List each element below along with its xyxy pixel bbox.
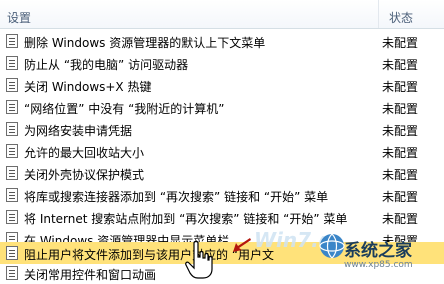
policy-setting-icon (6, 266, 18, 280)
setting-state: 未配置 (382, 190, 419, 204)
policy-setting-icon (6, 122, 18, 136)
policy-setting-icon (6, 100, 18, 114)
setting-state: 未配置 (382, 102, 419, 116)
policy-setting-icon (6, 188, 18, 202)
policy-setting-icon (6, 78, 18, 92)
list-header: 设置 状态 (0, 0, 444, 29)
list-item[interactable]: 关闭外壳协议保护模式 未配置 (0, 162, 444, 184)
setting-name: 关闭 Windows+X 热键 (24, 80, 152, 94)
list-item[interactable]: 将 Internet 搜索站点附加到 “再次搜索” 链接和 “开始” 菜单 未配… (0, 206, 444, 228)
red-arrow-annotation (233, 238, 251, 252)
setting-name: “网络位置” 中没有 “我附近的计算机” (24, 102, 225, 116)
setting-state: 未配置 (382, 36, 419, 50)
hand-pointer-cursor-icon (185, 240, 213, 279)
setting-name: 允许的最大回收站大小 (24, 146, 145, 160)
setting-state: 未配置 (382, 146, 419, 160)
policy-setting-icon (6, 246, 18, 260)
setting-state: 未配置 (382, 124, 419, 138)
list-item[interactable]: 关闭常用控件和窗口动画 (0, 262, 444, 284)
setting-name: 将 Internet 搜索站点附加到 “再次搜索” 链接和 “开始” 菜单 (24, 212, 348, 226)
list-item[interactable]: 将库或搜索连接器添加到 “再次搜索” 链接和 “开始” 菜单 未配置 (0, 184, 444, 206)
setting-name: 删除 Windows 资源管理器的默认上下文菜单 (24, 36, 266, 50)
setting-name: 防止从 “我的电脑” 访问驱动器 (24, 58, 189, 72)
setting-state: 未配置 (382, 168, 419, 182)
policy-setting-icon (6, 56, 18, 70)
setting-state: 未配置 (382, 58, 419, 72)
setting-state: 未配置 (382, 80, 419, 94)
column-header-setting[interactable]: 设置 (7, 9, 31, 26)
setting-name: 为网络安装申请凭据 (24, 124, 133, 138)
setting-name: 将库或搜索连接器添加到 “再次搜索” 链接和 “开始” 菜单 (24, 190, 329, 204)
setting-state: 未配置 (382, 212, 419, 226)
list-item[interactable]: 允许的最大回收站大小 未配置 (0, 140, 444, 162)
policy-setting-icon (6, 166, 18, 180)
list-item[interactable]: “网络位置” 中没有 “我附近的计算机” 未配置 (0, 96, 444, 118)
column-divider[interactable] (378, 0, 379, 28)
policy-setting-icon (6, 34, 18, 48)
policy-setting-icon (6, 210, 18, 224)
list-item[interactable]: 防止从 “我的电脑” 访问驱动器 未配置 (0, 52, 444, 74)
list-item[interactable]: 删除 Windows 资源管理器的默认上下文菜单 未配置 (0, 30, 444, 52)
list-item-selected[interactable]: 阻止用户将文件添加到与该用户对应的 “用户文 (0, 242, 444, 264)
group-policy-settings-list: 设置 状态 删除 Windows 资源管理器的默认上下文菜单 未配置 防止从 “… (0, 0, 444, 282)
policy-setting-icon (6, 144, 18, 158)
setting-name: 关闭外壳协议保护模式 (24, 168, 145, 182)
list-item[interactable]: 为网络安装申请凭据 未配置 (0, 118, 444, 140)
column-header-state[interactable]: 状态 (389, 9, 413, 26)
list-item[interactable]: 关闭 Windows+X 热键 未配置 (0, 74, 444, 96)
